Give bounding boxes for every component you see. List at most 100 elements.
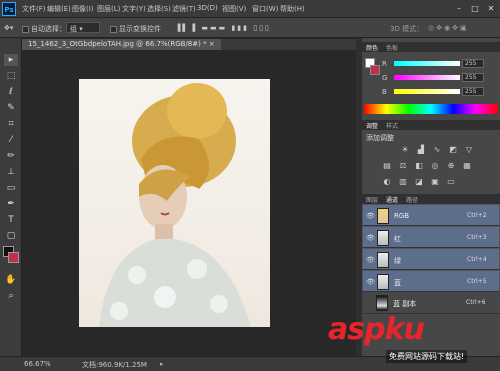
tab-swatches[interactable]: 色板 xyxy=(386,43,398,52)
pen-tool-icon[interactable]: ✒ xyxy=(4,198,18,210)
stamp-tool-icon[interactable]: ⊥ xyxy=(4,166,18,178)
menu-layer[interactable]: 图层(L) xyxy=(97,4,120,14)
3d-mode-icons[interactable]: ◎✥◉✥▣ xyxy=(428,24,469,32)
crop-tool-icon[interactable]: ⌗ xyxy=(4,118,18,130)
zoom-tool-icon[interactable]: ⌕ xyxy=(4,290,18,302)
selective-color-icon[interactable]: ▣ xyxy=(430,177,440,187)
vibrance-icon[interactable]: ▽ xyxy=(464,145,474,155)
tab-paths[interactable]: 路径 xyxy=(406,195,418,204)
posterize-icon[interactable]: ▥ xyxy=(398,177,408,187)
threshold-icon[interactable]: ◪ xyxy=(414,177,424,187)
menu-help[interactable]: 帮助(H) xyxy=(280,4,305,14)
color-bg-swatch[interactable] xyxy=(370,65,380,75)
quick-select-tool-icon[interactable]: ✎ xyxy=(4,102,18,114)
watermark: aspku 免费网站源码下载站! xyxy=(328,312,468,363)
zoom-level[interactable]: 66.67% xyxy=(24,360,51,368)
blue-slider-label: B xyxy=(382,88,387,96)
tab-adjustments[interactable]: 调整 xyxy=(366,121,378,130)
levels-icon[interactable]: ▟ xyxy=(416,145,426,155)
color-panel-tabs: 颜色 色板 xyxy=(362,42,500,52)
right-panels: 颜色 色板 R 255 G 255 B 255 调整 样式 添加调整 ☀ ▟ ∿… xyxy=(362,38,500,356)
channel-row-red[interactable]: 👁 红 Ctrl+3 xyxy=(362,226,500,248)
tools-panel: ▸ ⬚ ℓ ✎ ⌗ ⁄ ✏ ⊥ ▭ ✒ T ▢ ✋ ⌕ xyxy=(0,38,22,356)
menu-3d[interactable]: 3D(D) xyxy=(197,4,218,12)
blue-value-field[interactable]: 255 xyxy=(462,87,484,96)
menu-select[interactable]: 选择(S) xyxy=(147,4,171,14)
menu-type[interactable]: 文字(Y) xyxy=(122,4,146,14)
eyedropper-tool-icon[interactable]: ⁄ xyxy=(4,134,18,146)
tab-close-icon[interactable]: × xyxy=(209,40,215,48)
show-transform-option[interactable]: 显示变换控件 xyxy=(110,24,161,34)
black-white-icon[interactable]: ◧ xyxy=(414,161,424,171)
maximize-button[interactable]: □ xyxy=(468,2,482,15)
lasso-tool-icon[interactable]: ℓ xyxy=(4,86,18,98)
eraser-tool-icon[interactable]: ▭ xyxy=(4,182,18,194)
menu-view[interactable]: 视图(V) xyxy=(222,4,246,14)
auto-select-option[interactable]: 自动选择： xyxy=(22,24,66,34)
visibility-eye-icon[interactable]: 👁 xyxy=(366,212,375,220)
channel-row-green[interactable]: 👁 绿 Ctrl+4 xyxy=(362,248,500,270)
brush-tool-icon[interactable]: ✏ xyxy=(4,150,18,162)
menu-image[interactable]: 图像(I) xyxy=(72,4,94,14)
red-slider-label: R xyxy=(382,60,387,68)
canvas-area[interactable] xyxy=(22,50,356,356)
channel-row-rgb[interactable]: 👁 RGB Ctrl+2 xyxy=(362,204,500,226)
visibility-eye-icon[interactable]: 👁 xyxy=(366,234,375,242)
tab-styles[interactable]: 样式 xyxy=(386,121,398,130)
green-slider[interactable] xyxy=(394,75,460,80)
options-bar: ✥▾ 自动选择： 组 ▾ 显示变换控件 ▐▌▐ ▬▬▬ ▮▮▮ ▯▯▯ 3D 模… xyxy=(0,18,500,38)
visibility-eye-icon[interactable]: 👁 xyxy=(366,278,375,286)
tab-channels[interactable]: 通道 xyxy=(386,195,398,204)
tab-layers[interactable]: 图层 xyxy=(366,195,378,204)
hue-icon[interactable]: ▤ xyxy=(382,161,392,171)
menu-filter[interactable]: 滤镜(T) xyxy=(172,4,196,14)
show-transform-checkbox[interactable] xyxy=(110,25,117,33)
channel-shortcut: Ctrl+5 xyxy=(467,278,487,285)
tab-color[interactable]: 颜色 xyxy=(366,43,378,52)
blue-slider[interactable] xyxy=(394,89,460,94)
color-balance-icon[interactable]: ⚖ xyxy=(398,161,408,171)
green-value-field[interactable]: 255 xyxy=(462,73,484,82)
channel-name: 蓝 副本 xyxy=(393,300,417,308)
document-image[interactable] xyxy=(79,79,270,327)
photo-filter-icon[interactable]: ◎ xyxy=(430,161,440,171)
align-buttons[interactable]: ▐▌▐ ▬▬▬ ▮▮▮ ▯▯▯ xyxy=(175,24,271,32)
menu-edit[interactable]: 编辑(E) xyxy=(47,4,71,14)
background-color-swatch[interactable] xyxy=(8,252,19,263)
photoshop-logo: Ps xyxy=(2,2,16,16)
channel-name: 绿 xyxy=(394,257,401,265)
exposure-icon[interactable]: ◩ xyxy=(448,145,458,155)
move-tool-icon[interactable]: ▸ xyxy=(4,54,18,66)
curves-icon[interactable]: ∿ xyxy=(432,145,442,155)
marquee-tool-icon[interactable]: ⬚ xyxy=(4,70,18,82)
red-value-field[interactable]: 255 xyxy=(462,59,484,68)
document-tab[interactable]: 15_1462_3_OtGbdpeloTAH.jpg @ 66.7%(RGB/8… xyxy=(22,39,221,50)
channel-row-blue-copy[interactable]: 蓝 副本 Ctrl+6 xyxy=(362,292,500,314)
move-tool-icon[interactable]: ✥▾ xyxy=(4,24,13,32)
color-lookup-icon[interactable]: ▦ xyxy=(462,161,472,171)
channel-name: RGB xyxy=(394,212,410,220)
auto-select-label: 自动选择： xyxy=(31,25,66,33)
brightness-icon[interactable]: ☀ xyxy=(400,145,410,155)
type-tool-icon[interactable]: T xyxy=(4,214,18,226)
status-arrow-icon[interactable]: ▸ xyxy=(160,360,164,368)
watermark-subtitle: 免费网站源码下载站! xyxy=(386,350,468,363)
channel-row-blue[interactable]: 👁 蓝 Ctrl+5 xyxy=(362,270,500,292)
menu-window[interactable]: 窗口(W) xyxy=(252,4,278,14)
invert-icon[interactable]: ◐ xyxy=(382,177,392,187)
adjust-panel-tabs: 调整 样式 xyxy=(362,120,500,130)
red-slider[interactable] xyxy=(394,61,460,66)
auto-select-checkbox[interactable] xyxy=(22,25,29,33)
color-spectrum-bar[interactable] xyxy=(364,104,498,114)
channel-shortcut: Ctrl+6 xyxy=(466,299,486,306)
channels-panel-tabs: 图层 通道 路径 xyxy=(362,194,500,204)
shape-tool-icon[interactable]: ▢ xyxy=(4,230,18,242)
menu-file[interactable]: 文件(F) xyxy=(22,4,46,14)
auto-select-group-dropdown[interactable]: 组 ▾ xyxy=(66,22,100,33)
minimize-button[interactable]: – xyxy=(452,2,466,15)
visibility-eye-icon[interactable]: 👁 xyxy=(366,256,375,264)
hand-tool-icon[interactable]: ✋ xyxy=(4,274,18,286)
channel-mixer-icon[interactable]: ⊕ xyxy=(446,161,456,171)
gradient-map-icon[interactable]: ▭ xyxy=(446,177,456,187)
close-button[interactable]: ✕ xyxy=(484,2,498,15)
